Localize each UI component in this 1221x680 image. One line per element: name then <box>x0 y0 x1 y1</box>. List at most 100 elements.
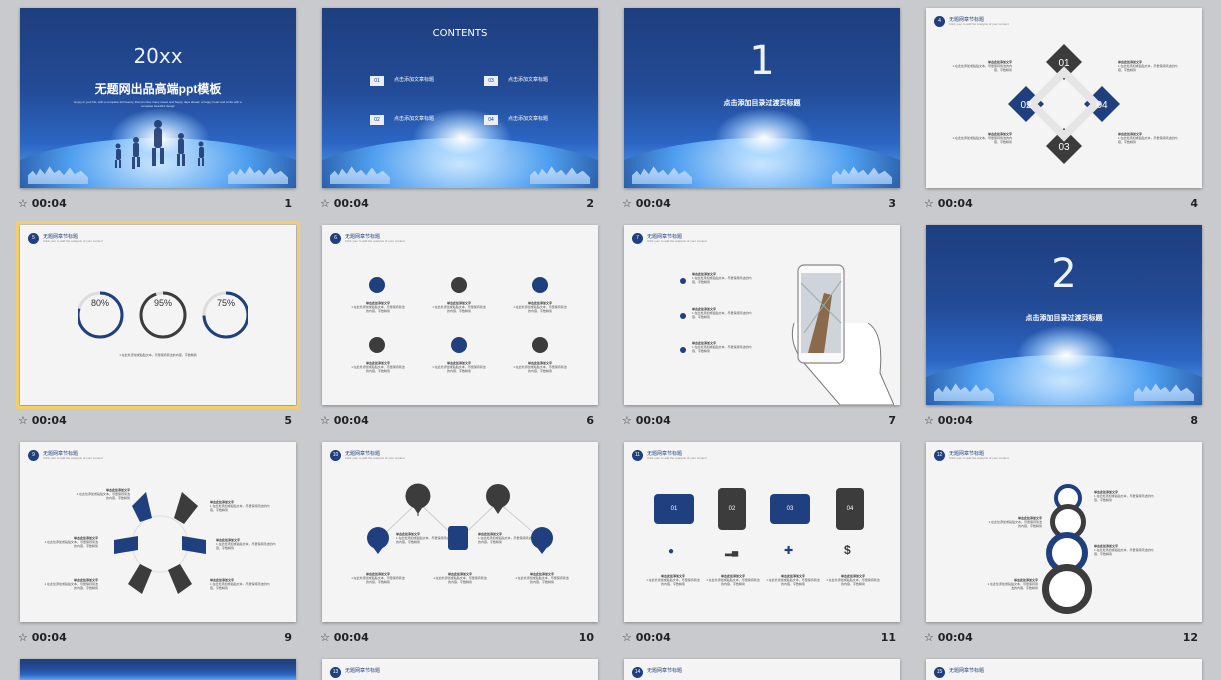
slide-number: 1 <box>284 197 292 210</box>
slide-thumbnail-3[interactable]: 1 点击添加目录过渡页标题 <box>624 8 900 188</box>
text-block: 单击此处添加文字 1.在此处添加或粘贴文本，尽量保持简洁的内容，字数精简 <box>1094 490 1154 502</box>
slide-thumbnail-11[interactable]: 11 无题网章节标题 Click your to add the analysis … <box>624 442 900 622</box>
text-block: 单击此处添加文字 1.在此处添加或粘贴文本，尽量保持简洁的内容，字数精简 <box>692 307 752 319</box>
header-badge: 13 <box>330 667 341 678</box>
slide-sorter-grid: 20xx 无题网出品高端ppt模板 Enjoy in your life, wi… <box>0 0 1221 680</box>
diamond-label: 02 <box>1020 100 1032 111</box>
slide-thumbnail-2[interactable]: CONTENTS 01 点击添加文章标题 02 点击添加文章标题 03 点击添加… <box>322 8 598 188</box>
contents-item-label: 点击添加文章标题 <box>394 116 435 122</box>
text-block: 单击此处添加文字 1.在此处添加或粘贴文本，尽量保持简洁的内容，字数精简 <box>952 132 1012 144</box>
pin-timeline-diagram <box>367 483 553 554</box>
header-badge: 10 <box>330 450 341 461</box>
slide-duration: 00:04 <box>31 197 67 210</box>
percent-value: 80% <box>90 298 109 308</box>
slide-thumbnail-15[interactable]: 14 无题网章节标题 <box>624 659 900 680</box>
star-timing-icon: ☆ <box>622 414 632 427</box>
slide-thumbnail-8[interactable]: 2 点击添加目录过渡页标题 <box>926 225 1202 405</box>
slide-number: 7 <box>888 414 896 427</box>
slide-meta: ☆ 00:04 9 <box>18 631 296 645</box>
chart-icon <box>1042 564 1092 614</box>
slide-thumbnail-9[interactable]: 9 无题网章节标题 Click your to add the analysis o… <box>20 442 296 622</box>
slide-number: 4 <box>1190 197 1198 210</box>
slide-thumbnail-12[interactable]: 12 无题网章节标题 Click your to add the analysis … <box>926 442 1202 622</box>
slide-meta: ☆ 00:04 2 <box>320 197 598 211</box>
slide-meta: ☆ 00:04 1 <box>18 197 296 211</box>
slide-thumbnail-7[interactable]: 7 无题网章节标题 Click your to add the analysis o… <box>624 225 900 405</box>
header-subtitle: Click your to add the analysis of your c… <box>647 456 707 460</box>
percent-value: 75% <box>216 298 235 308</box>
text-block: 单击此处添加文字 1.在此处添加或粘贴文本，尽量保持简洁的内容，字数精简 <box>210 500 270 512</box>
chat-icon <box>369 277 385 293</box>
text-block: 单击此处添加文字 1.在此处添加或粘贴文本，尽量保持简洁的内容，字数精简 <box>1094 544 1154 556</box>
header-subtitle: Click your to add the analysis of your c… <box>345 456 405 460</box>
slide-thumbnail-6[interactable]: 6 无题网章节标题 Click your to add the analysis o… <box>322 225 598 405</box>
slide-number: 5 <box>284 414 292 427</box>
slide-year: 20xx <box>133 44 183 68</box>
percent-value: 95% <box>153 298 172 308</box>
text-block: 单击此处添加文字 1.在此处添加或粘贴文本，尽量保持简洁的内容，字数精简 <box>513 361 567 373</box>
text-block: 单击此处添加文字 1.在此处添加或粘贴文本，尽量保持简洁的内容，字数精简 <box>351 361 405 373</box>
text-block: 单击此处添加文字 1.在此处添加或粘贴文本，尽量保持简洁的内容，字数精简 <box>513 301 567 313</box>
star-timing-icon: ☆ <box>924 414 934 427</box>
light-glow <box>1016 325 1116 385</box>
star-timing-icon: ☆ <box>622 197 632 210</box>
star-timing-icon: ☆ <box>18 197 28 210</box>
star-timing-icon: ☆ <box>18 631 28 644</box>
slide-thumbnail-14[interactable]: 13 无题网章节标题 <box>322 659 598 680</box>
slide-number: 6 <box>586 414 594 427</box>
contents-item-label: 点击添加文章标题 <box>508 116 549 122</box>
slide-duration: 00:04 <box>333 414 369 427</box>
header-title: 无题网章节标题 <box>345 668 381 674</box>
header-subtitle: Click your to add the analysis of your c… <box>949 456 1009 460</box>
star-timing-icon: ☆ <box>320 631 330 644</box>
slide-thumbnail-1[interactable]: 20xx 无题网出品高端ppt模板 Enjoy in your life, wi… <box>20 8 296 188</box>
slide-thumbnail-13[interactable] <box>20 659 296 680</box>
star-timing-icon: ☆ <box>320 197 330 210</box>
header-subtitle: Click your to add the analysis of your c… <box>949 22 1009 26</box>
hand-phone-illustration <box>791 264 894 405</box>
runners-silhouette <box>115 120 204 169</box>
slide-number: 10 <box>578 631 594 644</box>
slide-meta: ☆ 00:04 10 <box>320 631 598 645</box>
header-badge: 9 <box>28 450 39 461</box>
bullet-dot <box>680 278 686 284</box>
slide-caption: 1.在此处添加或粘贴文本，尽量保持简洁的内容，字数精简 <box>119 353 197 357</box>
text-block: 单击此处添加文字 1.在此处添加或粘贴文本，尽量保持简洁的内容，字数精简 <box>210 578 270 590</box>
header-title: 无题网章节标题 <box>949 668 985 674</box>
slide-number: 3 <box>888 197 896 210</box>
section-number: 2 <box>1051 251 1077 297</box>
text-block: 单击此处添加文字 1.在此处添加或粘贴文本，尽量保持简洁的内容，字数精简 <box>988 516 1042 528</box>
slide-meta: ☆ 00:04 7 <box>622 414 900 428</box>
text-block: 单击此处添加文字 1.在此处添加或粘贴文本，尽量保持简洁的内容，字数精简 <box>987 578 1038 590</box>
section-title: 点击添加目录过渡页标题 <box>1025 315 1103 322</box>
slide-thumbnail-10[interactable]: 10 无题网章节标题 Click your to add the analysis … <box>322 442 598 622</box>
cycle-arrows-diagram <box>114 492 206 594</box>
header-badge: 4 <box>934 16 945 27</box>
person-icon: ● <box>668 546 675 557</box>
text-block: 单击此处添加文字 1.在此处添加或粘贴文本，尽量保持简洁的内容，字数精简 <box>216 538 276 550</box>
diamond-label: 01 <box>1058 58 1070 69</box>
slide-thumbnail-5[interactable]: 5 无题网章节标题 Click your to add the analysis o… <box>16 221 300 409</box>
star-timing-icon: ☆ <box>18 414 28 427</box>
header-badge: 6 <box>330 233 341 244</box>
section-title: 点击添加目录过渡页标题 <box>723 100 801 107</box>
star-timing-icon: ☆ <box>924 631 934 644</box>
header-subtitle: Click your to add the analysis of your c… <box>345 239 405 243</box>
star-timing-icon: ☆ <box>320 414 330 427</box>
header-badge: 5 <box>28 233 39 244</box>
gear-icon <box>532 337 548 353</box>
slide-number: 2 <box>586 197 594 210</box>
text-block: 单击此处添加文字 1.在此处添加或粘贴文本，尽量保持简洁的内容，字数精简 <box>478 532 532 544</box>
diamond-label: 03 <box>1058 142 1070 153</box>
header-badge: 15 <box>934 667 945 678</box>
contents-number: 04 <box>484 115 498 125</box>
header-badge: 7 <box>632 233 643 244</box>
text-block: 单击此处添加文字 1.在此处添加或粘贴文本，尽量保持简洁的内容，字数精简 <box>432 361 486 373</box>
text-block: 单击此处添加文字 1.在此处添加或粘贴文本，尽量保持简洁的内容，字数精简 <box>515 572 569 584</box>
header-subtitle: Click your to add the analysis of your c… <box>647 239 707 243</box>
slide-number: 11 <box>880 631 896 644</box>
slide-duration: 00:04 <box>937 631 973 644</box>
slide-thumbnail-16[interactable]: 15 无题网章节标题 <box>926 659 1202 680</box>
puzzle-icon: ✚ <box>784 545 794 557</box>
slide-thumbnail-4[interactable]: 4 无题网章节标题 Click your to add the analysis o… <box>926 8 1202 188</box>
